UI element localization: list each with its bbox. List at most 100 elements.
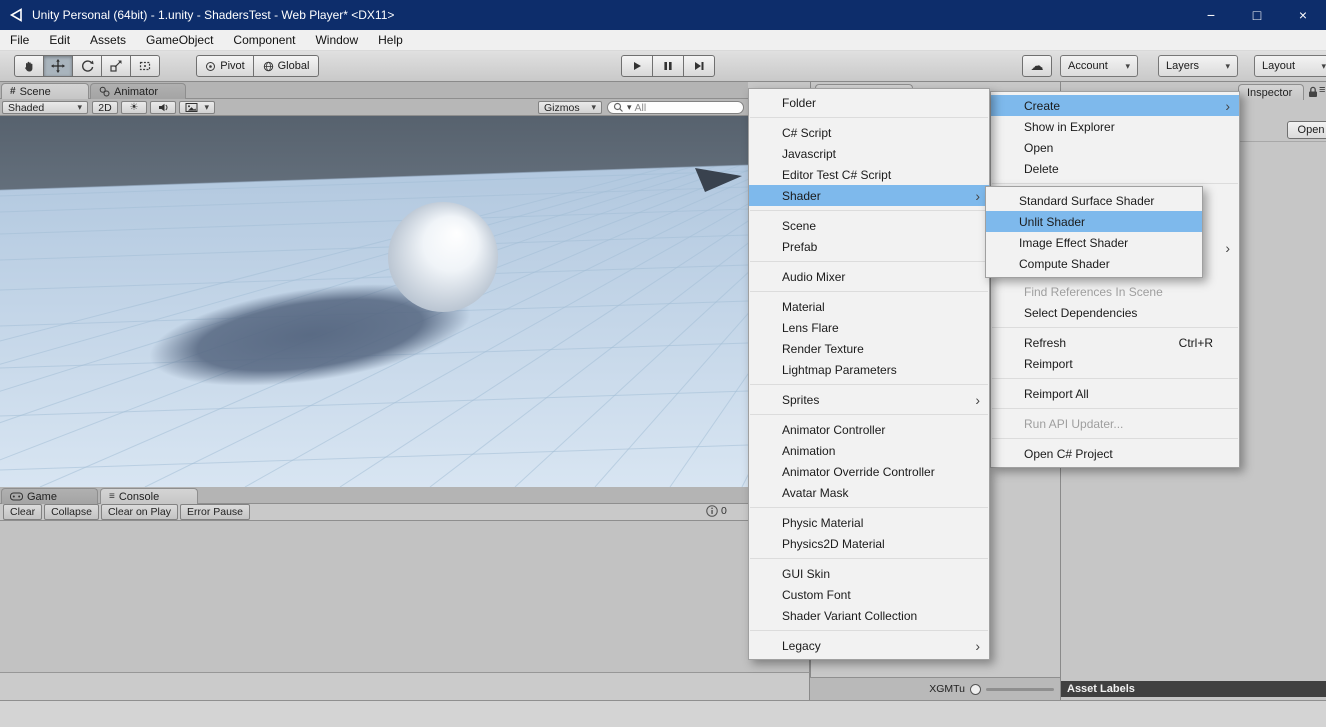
open-button[interactable]: Open [1287, 121, 1326, 139]
menu-separator [750, 210, 988, 211]
close-button[interactable]: × [1280, 0, 1326, 30]
scale-icon [110, 60, 122, 72]
move-tool-button[interactable] [43, 55, 73, 77]
menu-item-unlit-shader[interactable]: Unlit Shader [986, 211, 1202, 232]
console-button-error-pause[interactable]: Error Pause [179, 504, 251, 520]
scale-tool-button[interactable] [101, 55, 131, 77]
project-bottom-bar: XGMTu [810, 677, 1060, 700]
step-button[interactable] [683, 55, 715, 77]
menu-item-find-references-in-scene[interactable]: Find References In Scene [991, 281, 1239, 302]
console-button-clear[interactable]: Clear [3, 504, 43, 520]
global-toggle-button[interactable]: Global [253, 55, 319, 77]
pan-tool-button[interactable] [14, 55, 44, 77]
menu-item-legacy[interactable]: Legacy › [749, 635, 989, 656]
menubar-item-component[interactable]: Component [223, 30, 305, 50]
menu-item-sprites[interactable]: Sprites › [749, 389, 989, 410]
account-dropdown[interactable]: Account ▾ [1060, 55, 1138, 77]
tab-game[interactable]: Game [1, 488, 98, 504]
scene-search-input[interactable]: ▾ All [607, 101, 744, 114]
menubar-item-window[interactable]: Window [305, 30, 368, 50]
menu-item-label: Scene [782, 218, 817, 233]
menu-item-create[interactable]: Create › [991, 95, 1239, 116]
menu-item-label: Standard Surface Shader [1019, 193, 1155, 208]
menu-shortcut: Ctrl+R [1178, 335, 1213, 350]
menu-item-custom-font[interactable]: Custom Font [749, 584, 989, 605]
menu-item-refresh[interactable]: Refresh Ctrl+R [991, 332, 1239, 353]
layout-dropdown[interactable]: Layout ▾ [1254, 55, 1326, 77]
maximize-button[interactable]: □ [1234, 0, 1280, 30]
menu-item-lens-flare[interactable]: Lens Flare [749, 317, 989, 338]
tab-inspector[interactable]: Inspector [1238, 84, 1304, 100]
tab-console[interactable]: ≡ Console [100, 488, 198, 504]
panel-menu-icon[interactable]: ≡ [1319, 84, 1325, 96]
lock-icon[interactable] [1308, 86, 1318, 101]
menu-item-open-c-project[interactable]: Open C# Project [991, 443, 1239, 464]
rotate-icon [82, 60, 94, 72]
menu-item-compute-shader[interactable]: Compute Shader [986, 253, 1202, 274]
menu-item-physic-material[interactable]: Physic Material [749, 512, 989, 533]
sphere [388, 202, 498, 312]
menu-item-avatar-mask[interactable]: Avatar Mask [749, 482, 989, 503]
audio-toggle-button[interactable] [150, 101, 176, 114]
menu-item-label: Animator Override Controller [782, 464, 935, 479]
menu-item-shader-variant-collection[interactable]: Shader Variant Collection [749, 605, 989, 626]
pivot-toggle-button[interactable]: Pivot [196, 55, 254, 77]
menu-item-javascript[interactable]: Javascript [749, 143, 989, 164]
minimize-button[interactable]: − [1188, 0, 1234, 30]
menu-item-animation[interactable]: Animation [749, 440, 989, 461]
menubar-item-help[interactable]: Help [368, 30, 413, 50]
layers-dropdown[interactable]: Layers ▾ [1158, 55, 1238, 77]
chevron-down-icon: ▾ [1225, 60, 1230, 71]
menu-item-editor-test-c-script[interactable]: Editor Test C# Script [749, 164, 989, 185]
info-badge[interactable]: 0 [706, 505, 727, 517]
tab-scene[interactable]: # Scene [1, 83, 89, 99]
asset-scale-slider-thumb[interactable] [970, 683, 981, 695]
shader-submenu: Standard Surface Shader Unlit Shader Image… [985, 186, 1203, 278]
console-button-clear-on-play[interactable]: Clear on Play [100, 504, 178, 520]
menu-item-scene[interactable]: Scene [749, 215, 989, 236]
rotate-tool-button[interactable] [72, 55, 102, 77]
rect-tool-button[interactable] [130, 55, 160, 77]
menu-item-c-script[interactable]: C# Script [749, 122, 989, 143]
menu-item-prefab[interactable]: Prefab [749, 236, 989, 257]
menu-item-standard-surface-shader[interactable]: Standard Surface Shader [986, 190, 1202, 211]
menubar-item-file[interactable]: File [0, 30, 39, 50]
menu-item-physics2d-material[interactable]: Physics2D Material [749, 533, 989, 554]
effects-dropdown[interactable]: ▾ [179, 101, 215, 114]
gizmos-dropdown[interactable]: Gizmos ▾ [538, 101, 602, 114]
menu-item-run-api-updater[interactable]: Run API Updater... [991, 413, 1239, 434]
menu-item-label: Javascript [782, 146, 837, 161]
menu-item-render-texture[interactable]: Render Texture [749, 338, 989, 359]
2d-toggle-button[interactable]: 2D [92, 101, 118, 114]
menubar-item-edit[interactable]: Edit [39, 30, 80, 50]
asset-labels-header[interactable]: Asset Labels [1061, 681, 1326, 697]
menu-item-lightmap-parameters[interactable]: Lightmap Parameters [749, 359, 989, 380]
menubar-item-assets[interactable]: Assets [80, 30, 136, 50]
shading-mode-dropdown[interactable]: Shaded ▾ [2, 101, 88, 114]
menu-item-select-dependencies[interactable]: Select Dependencies [991, 302, 1239, 323]
menu-item-folder[interactable]: Folder [749, 92, 989, 113]
menu-item-animator-override-controller[interactable]: Animator Override Controller [749, 461, 989, 482]
menu-item-reimport-all[interactable]: Reimport All [991, 383, 1239, 404]
console-button-collapse[interactable]: Collapse [44, 504, 99, 520]
menu-item-show-in-explorer[interactable]: Show in Explorer [991, 116, 1239, 137]
menu-item-shader[interactable]: Shader › [749, 185, 989, 206]
asset-scale-slider-track[interactable] [986, 687, 1054, 691]
cloud-button[interactable]: ☁ [1022, 55, 1052, 77]
menu-item-image-effect-shader[interactable]: Image Effect Shader [986, 232, 1202, 253]
menu-item-animator-controller[interactable]: Animator Controller [749, 419, 989, 440]
menu-item-material[interactable]: Material [749, 296, 989, 317]
scene-viewport[interactable] [0, 116, 748, 487]
menu-item-label: Delete [1024, 161, 1059, 176]
play-button[interactable] [621, 55, 653, 77]
menubar-item-gameobject[interactable]: GameObject [136, 30, 223, 50]
menu-item-open[interactable]: Open [991, 137, 1239, 158]
menu-item-gui-skin[interactable]: GUI Skin [749, 563, 989, 584]
pause-button[interactable] [652, 55, 684, 77]
lighting-toggle-button[interactable]: ☀ [121, 101, 147, 114]
menu-item-delete[interactable]: Delete [991, 158, 1239, 179]
menu-item-audio-mixer[interactable]: Audio Mixer [749, 266, 989, 287]
tab-animator[interactable]: Animator [90, 83, 186, 99]
project-status-label: XGMTu [929, 683, 965, 695]
menu-item-reimport[interactable]: Reimport [991, 353, 1239, 374]
